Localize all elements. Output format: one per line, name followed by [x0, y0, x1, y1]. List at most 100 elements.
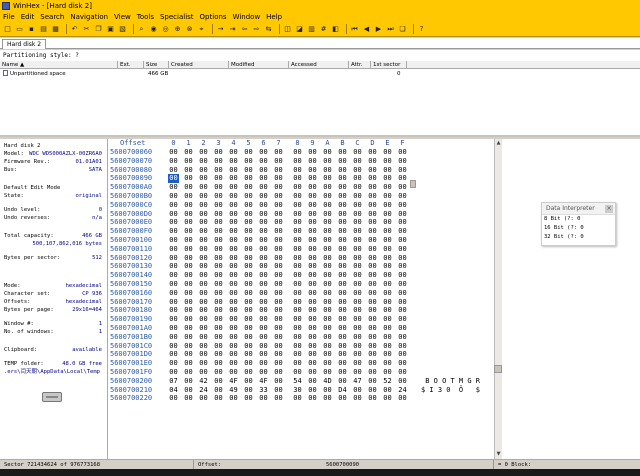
hex-byte[interactable]: 00 — [168, 271, 179, 280]
hex-byte[interactable]: 00 — [228, 306, 239, 315]
next-icon[interactable]: ▶ — [374, 25, 383, 34]
hex-byte[interactable]: 00 — [213, 174, 224, 183]
hex-byte[interactable]: 00 — [292, 227, 303, 236]
hex-byte[interactable]: 00 — [307, 280, 318, 289]
hex-byte[interactable]: 00 — [183, 174, 194, 183]
hex-byte[interactable]: 00 — [397, 306, 408, 315]
find-text-icon[interactable]: ◉ — [149, 25, 158, 34]
hex-byte[interactable]: 00 — [397, 201, 408, 210]
hex-byte[interactable]: 00 — [243, 218, 254, 227]
hex-byte[interactable]: 00 — [352, 280, 363, 289]
hex-byte[interactable]: 00 — [273, 377, 284, 386]
hex-byte[interactable]: 00 — [273, 254, 284, 263]
menu-file[interactable]: File — [3, 13, 15, 21]
hex-byte[interactable]: 00 — [382, 166, 393, 175]
ram-icon[interactable]: ◪ — [295, 25, 304, 34]
hex-byte[interactable]: 00 — [367, 280, 378, 289]
hex-byte[interactable]: 00 — [213, 236, 224, 245]
hex-byte[interactable]: 00 — [382, 368, 393, 377]
hex-byte[interactable]: 00 — [352, 174, 363, 183]
hex-byte[interactable]: 00 — [292, 236, 303, 245]
hex-byte[interactable]: 00 — [183, 227, 194, 236]
hex-byte[interactable]: 00 — [273, 359, 284, 368]
hex-byte[interactable]: 00 — [243, 350, 254, 359]
hex-byte[interactable]: 00 — [168, 192, 179, 201]
hex-byte[interactable]: 00 — [213, 306, 224, 315]
hex-byte[interactable]: 00 — [397, 298, 408, 307]
hex-byte[interactable]: 00 — [213, 298, 224, 307]
hex-byte[interactable]: 00 — [258, 333, 269, 342]
hex-byte[interactable]: 00 — [352, 359, 363, 368]
goto-sector-icon[interactable]: ⇥ — [228, 25, 237, 34]
hex-byte[interactable]: 00 — [367, 236, 378, 245]
hash-icon[interactable]: # — [319, 25, 328, 34]
hex-byte[interactable]: 00 — [367, 218, 378, 227]
hex-byte[interactable]: 00 — [322, 394, 333, 403]
hex-byte[interactable]: 00 — [307, 201, 318, 210]
hex-byte[interactable]: 00 — [183, 148, 194, 157]
hex-byte[interactable]: 00 — [337, 306, 348, 315]
hex-byte[interactable]: 00 — [292, 210, 303, 219]
hex-byte[interactable]: 00 — [198, 192, 209, 201]
hex-byte[interactable]: 00 — [322, 218, 333, 227]
hex-byte[interactable]: 00 — [397, 183, 408, 192]
hex-byte[interactable]: 00 — [337, 377, 348, 386]
hex-byte[interactable]: 00 — [382, 210, 393, 219]
hex-byte[interactable]: 00 — [213, 262, 224, 271]
hex-byte[interactable]: 00 — [183, 210, 194, 219]
hex-byte[interactable]: 00 — [228, 183, 239, 192]
hex-byte[interactable]: 00 — [243, 201, 254, 210]
hex-byte[interactable]: 00 — [307, 333, 318, 342]
hex-byte[interactable]: 00 — [382, 148, 393, 157]
hex-byte[interactable]: 00 — [183, 386, 194, 395]
hex-byte[interactable]: 00 — [382, 350, 393, 359]
hex-byte[interactable]: 00 — [213, 386, 224, 395]
new-icon[interactable]: □ — [3, 25, 12, 34]
hex-byte[interactable]: 00 — [307, 192, 318, 201]
hex-byte[interactable]: 00 — [352, 306, 363, 315]
hex-byte[interactable]: 00 — [273, 271, 284, 280]
hex-byte[interactable]: 47 — [352, 377, 363, 386]
hex-byte[interactable]: 00 — [198, 333, 209, 342]
menu-view[interactable]: View — [114, 13, 131, 21]
hex-byte[interactable]: 00 — [228, 394, 239, 403]
properties-icon[interactable]: ▦ — [51, 25, 60, 34]
hex-byte[interactable]: 00 — [352, 262, 363, 271]
hex-byte[interactable]: 00 — [382, 236, 393, 245]
hex-byte[interactable]: 00 — [367, 183, 378, 192]
hex-byte[interactable]: 00 — [183, 394, 194, 403]
goto-offset-icon[interactable]: → — [216, 25, 225, 34]
hex-byte[interactable]: 00 — [292, 174, 303, 183]
hex-byte[interactable]: 00 — [307, 227, 318, 236]
hex-byte[interactable]: 00 — [292, 280, 303, 289]
hex-byte[interactable]: 00 — [382, 174, 393, 183]
col-size[interactable]: Size — [144, 61, 169, 69]
col-first-sector[interactable]: 1st sector — [371, 61, 407, 69]
hex-byte[interactable]: 00 — [213, 333, 224, 342]
hex-byte[interactable]: 00 — [213, 157, 224, 166]
hex-byte[interactable]: 00 — [367, 254, 378, 263]
hex-byte[interactable]: 00 — [168, 166, 179, 175]
hex-byte[interactable]: 00 — [322, 157, 333, 166]
hex-byte[interactable]: 00 — [382, 280, 393, 289]
hex-byte[interactable]: 00 — [397, 192, 408, 201]
replace-hex-icon[interactable]: ⊗ — [185, 25, 194, 34]
hex-byte[interactable]: 00 — [243, 192, 254, 201]
hex-byte[interactable]: 00 — [258, 280, 269, 289]
hex-byte[interactable]: 00 — [397, 324, 408, 333]
hex-byte[interactable]: 00 — [228, 254, 239, 263]
hex-byte[interactable]: 00 — [352, 236, 363, 245]
hex-byte[interactable]: 00 — [168, 227, 179, 236]
hex-byte[interactable]: 00 — [273, 210, 284, 219]
find-icon[interactable]: ⌕ — [137, 25, 146, 34]
hex-byte[interactable]: 00 — [198, 254, 209, 263]
hex-byte[interactable]: 00 — [367, 315, 378, 324]
hex-byte[interactable]: 00 — [273, 174, 284, 183]
hex-byte[interactable]: 00 — [292, 183, 303, 192]
hex-byte[interactable]: 07 — [168, 377, 179, 386]
last-icon[interactable]: ⏭ — [386, 25, 395, 34]
hex-byte[interactable]: 00 — [382, 394, 393, 403]
hex-byte[interactable]: 00 — [228, 166, 239, 175]
hex-byte[interactable]: 00 — [228, 236, 239, 245]
hex-byte[interactable]: 00 — [397, 166, 408, 175]
